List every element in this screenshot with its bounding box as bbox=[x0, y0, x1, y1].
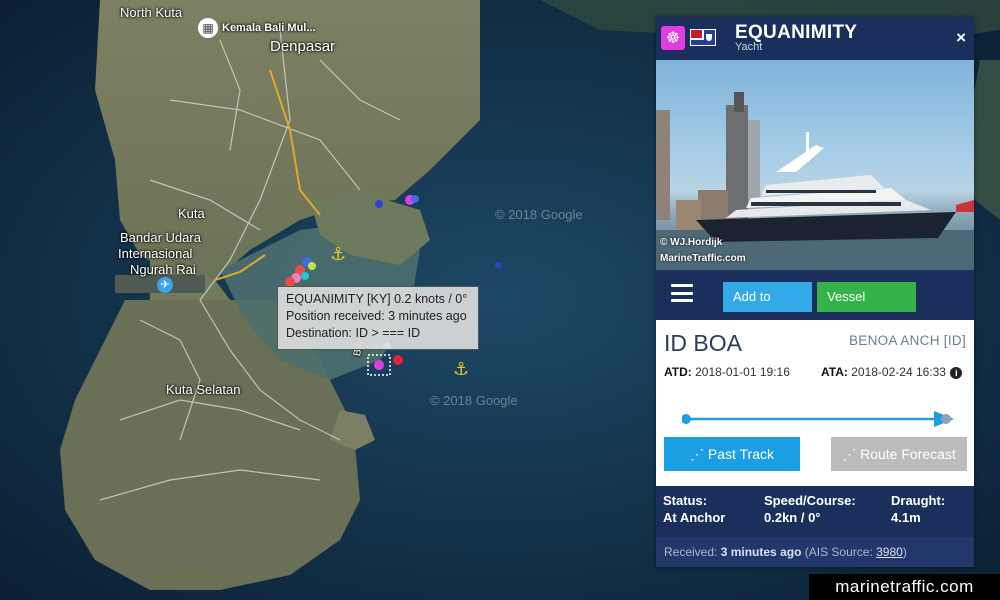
vessel-type: Yacht bbox=[735, 41, 763, 53]
ata-value: 2018-02-24 16:33 bbox=[851, 365, 946, 379]
speed-value: 0.2kn / 0° bbox=[764, 510, 821, 525]
vessel-details-button[interactable]: Vessel Details bbox=[817, 282, 916, 334]
panel-header: ☸ EQUANIMITY Yacht × bbox=[656, 17, 974, 60]
vessel-marker bbox=[301, 272, 309, 280]
draught-value: 4.1m bbox=[891, 510, 921, 525]
voyage-section: ID BOA BENOA ANCH [ID] ATD: 2018-01-01 1… bbox=[656, 320, 974, 486]
ais-source-close: ) bbox=[902, 545, 907, 559]
speed-label: Speed/Course: bbox=[764, 493, 856, 508]
departure-dot bbox=[682, 414, 691, 424]
destination-anchorage[interactable]: BENOA ANCH [ID] bbox=[849, 333, 966, 348]
panel-toolbar: Add to Fleet Vessel Details bbox=[656, 270, 974, 334]
ais-source-label: (AIS Source: bbox=[804, 545, 873, 559]
route-icon: ⋰ bbox=[842, 446, 857, 462]
ais-source-link[interactable]: 3980 bbox=[876, 545, 903, 559]
brand-watermark: marinetraffic.com bbox=[809, 574, 1000, 600]
vessel-tooltip: EQUANIMITY [KY] 0.2 knots / 0° Position … bbox=[277, 286, 479, 350]
info-icon[interactable]: i bbox=[950, 366, 963, 379]
past-track-button[interactable]: ⋰ Past Track bbox=[664, 437, 800, 471]
selected-vessel-marker bbox=[367, 354, 391, 376]
atd-value: 2018-01-01 19:16 bbox=[695, 365, 790, 379]
vessel-marker bbox=[393, 355, 403, 365]
speed-stat: Speed/Course: 0.2kn / 0° bbox=[764, 492, 856, 526]
photo-credit-site: MarineTraffic.com bbox=[660, 253, 746, 264]
close-button[interactable]: × bbox=[956, 28, 966, 48]
received-time: 3 minutes ago bbox=[720, 545, 802, 559]
cayman-flag-icon bbox=[690, 29, 716, 46]
ata-label: ATA: bbox=[821, 365, 848, 379]
vessel-marker bbox=[495, 262, 501, 268]
menu-icon[interactable] bbox=[671, 284, 693, 302]
received-info: Received: 3 minutes ago (AIS Source: 398… bbox=[656, 537, 974, 567]
atd-label: ATD: bbox=[664, 365, 692, 379]
anchor-icon: ⚓ bbox=[330, 244, 346, 265]
route-forecast-button[interactable]: ⋰ Route Forecast bbox=[831, 437, 967, 471]
atd-field: ATD: 2018-01-01 19:16 bbox=[664, 365, 790, 379]
ata-field: ATA: 2018-02-24 16:33 i bbox=[821, 365, 963, 379]
route-icon: ⋰ bbox=[689, 446, 704, 462]
vessel-position-dot bbox=[941, 414, 951, 424]
draught-label: Draught: bbox=[891, 493, 946, 508]
status-bar: Status: At Anchor Speed/Course: 0.2kn / … bbox=[656, 486, 974, 537]
status-label: Status: bbox=[663, 493, 708, 508]
vessel-marker bbox=[375, 200, 383, 208]
destination-port[interactable]: ID BOA bbox=[664, 330, 742, 357]
add-to-fleet-button[interactable]: Add to Fleet bbox=[723, 282, 812, 334]
draught-stat: Draught: 4.1m bbox=[891, 492, 945, 526]
vessel-photo[interactable]: © WJ.Hordijk MarineTraffic.com bbox=[656, 60, 974, 270]
vessel-info-panel: ☸ EQUANIMITY Yacht × © WJ.Hordijk Marine… bbox=[656, 17, 974, 567]
status-value: At Anchor bbox=[663, 510, 726, 525]
tooltip-line-destination: Destination: ID > === ID bbox=[286, 326, 421, 340]
tooltip-line-position: Position received: 3 minutes ago bbox=[286, 309, 467, 323]
status-stat: Status: At Anchor bbox=[663, 492, 725, 526]
yacht-type-icon: ☸ bbox=[661, 26, 685, 50]
photo-credit-author: © WJ.Hordijk bbox=[660, 237, 723, 248]
anchor-icon: ⚓ bbox=[453, 359, 469, 380]
received-label: Received: bbox=[664, 545, 718, 559]
tooltip-line-vessel: EQUANIMITY [KY] 0.2 knots / 0° bbox=[286, 292, 468, 306]
voyage-progress bbox=[682, 411, 954, 427]
vessel-marker bbox=[411, 195, 419, 203]
vessel-marker bbox=[308, 262, 316, 270]
